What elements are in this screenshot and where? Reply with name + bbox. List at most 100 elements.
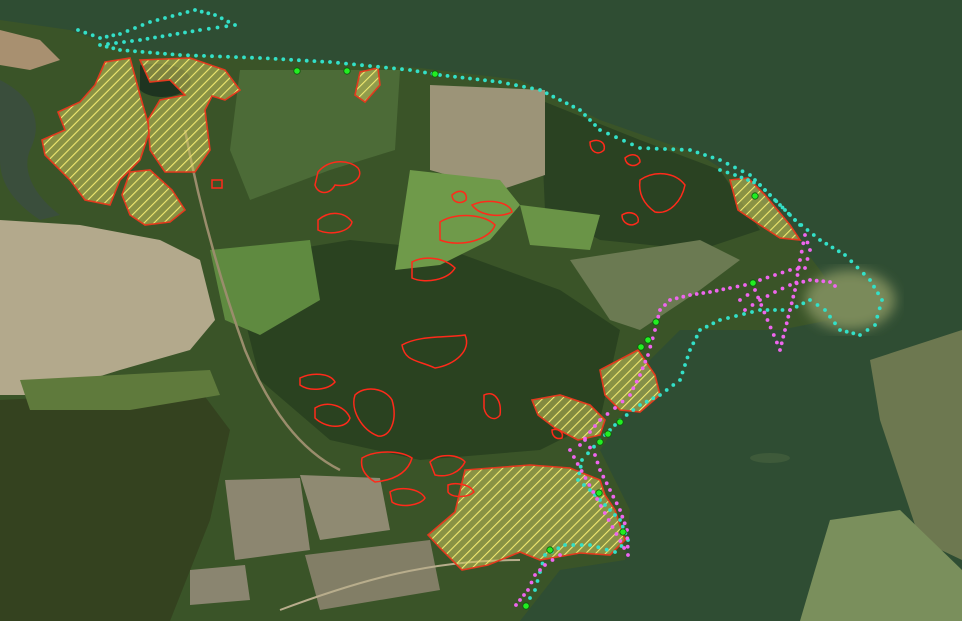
trace-dot — [514, 83, 518, 88]
trace-dot — [606, 518, 611, 522]
trace-dot — [824, 241, 829, 246]
trace-dot — [312, 59, 317, 63]
trace-dot — [613, 423, 617, 427]
trace-dot — [529, 580, 534, 585]
sample-point[interactable] — [546, 546, 554, 554]
trace-dot — [588, 118, 592, 122]
trace-dot — [304, 58, 309, 63]
sample-point[interactable] — [749, 279, 757, 287]
trace-dot — [865, 328, 870, 332]
trace-dot — [746, 178, 750, 182]
trace-dot — [170, 52, 175, 57]
trace-dot — [740, 169, 745, 174]
trace-dot — [663, 147, 667, 151]
trace-dot — [320, 59, 325, 64]
trace-dot — [564, 101, 569, 106]
trace-dot — [215, 25, 220, 30]
trace-dot — [506, 81, 510, 86]
sample-point[interactable] — [343, 67, 351, 75]
trace-dot — [599, 504, 603, 508]
sample-point[interactable] — [604, 430, 612, 438]
trace-dot — [571, 104, 576, 109]
trace-dot — [858, 333, 862, 337]
trace-dot — [679, 147, 684, 152]
trace-dot — [780, 308, 785, 312]
trace-dot — [614, 135, 618, 140]
sample-point[interactable] — [293, 67, 301, 75]
trace-dot — [735, 284, 740, 289]
trace-dot — [818, 238, 822, 242]
trace-dot — [796, 265, 801, 270]
trace-dot — [438, 73, 442, 77]
trace-dot — [648, 344, 653, 349]
trace-dot — [104, 44, 109, 49]
trace-dot — [788, 268, 792, 272]
trace-dot — [728, 286, 732, 290]
trace-dot — [765, 275, 770, 280]
sample-point[interactable] — [595, 489, 603, 497]
trace-dot — [828, 280, 832, 284]
sample-point[interactable] — [619, 528, 627, 536]
trace-dot — [768, 193, 772, 197]
trace-dot — [163, 51, 167, 56]
sample-point[interactable] — [637, 343, 645, 351]
trace-dot — [336, 60, 340, 65]
trace-dot — [781, 334, 786, 339]
sample-point[interactable] — [616, 418, 624, 426]
trace-dot — [780, 270, 785, 275]
satellite-map[interactable] — [0, 0, 962, 621]
trace-dot — [250, 55, 254, 60]
trace-dot — [344, 61, 348, 66]
trace-dot — [815, 303, 820, 307]
trace-dot — [400, 67, 404, 72]
sample-point[interactable] — [596, 438, 604, 446]
trace-dot — [748, 173, 752, 177]
trace-dot — [638, 403, 642, 407]
trace-dot — [206, 26, 211, 31]
trace-dot — [671, 383, 676, 387]
trace-dot — [83, 30, 88, 35]
trace-dot — [626, 553, 630, 557]
trace-dot — [758, 183, 762, 187]
trace-dot — [618, 539, 623, 543]
trace-dot — [624, 413, 629, 417]
trace-dot — [622, 521, 627, 526]
sample-point[interactable] — [652, 318, 660, 326]
trace-dot — [206, 11, 211, 16]
trace-dot — [551, 94, 556, 99]
trace-dot — [739, 175, 744, 180]
trace-dot — [226, 19, 231, 24]
trace-dot — [646, 146, 651, 151]
trace-dot — [614, 501, 619, 506]
trace-dot — [618, 508, 622, 512]
trace-dot — [392, 66, 396, 71]
trace-dot — [708, 290, 712, 294]
trace-dot — [663, 303, 667, 307]
trace-dot — [613, 513, 617, 517]
sample-point[interactable] — [522, 602, 530, 610]
trace-dot — [606, 131, 610, 136]
trace-dot — [580, 458, 584, 462]
sample-point[interactable] — [751, 192, 759, 200]
trace-dot — [145, 36, 150, 41]
trace-dot — [734, 314, 738, 318]
trace-dot — [583, 476, 588, 480]
trace-dot — [423, 70, 427, 75]
trace-dot — [460, 75, 465, 80]
trace-dot — [234, 55, 238, 59]
trace-dot — [622, 138, 626, 143]
trace-dot — [233, 23, 237, 27]
trace-dot — [620, 399, 625, 404]
trace-dot — [138, 38, 142, 42]
trace-dot — [281, 57, 286, 62]
trace-dot — [811, 233, 816, 237]
sample-point[interactable] — [644, 336, 652, 344]
trace-dot — [118, 32, 122, 36]
sample-point[interactable] — [431, 70, 439, 78]
trace-dot — [823, 308, 827, 312]
trace-dot — [771, 333, 776, 337]
trace-dot — [415, 69, 420, 74]
trace-dot — [704, 324, 709, 329]
trace-dot — [563, 543, 567, 547]
trace-dot — [583, 113, 587, 117]
